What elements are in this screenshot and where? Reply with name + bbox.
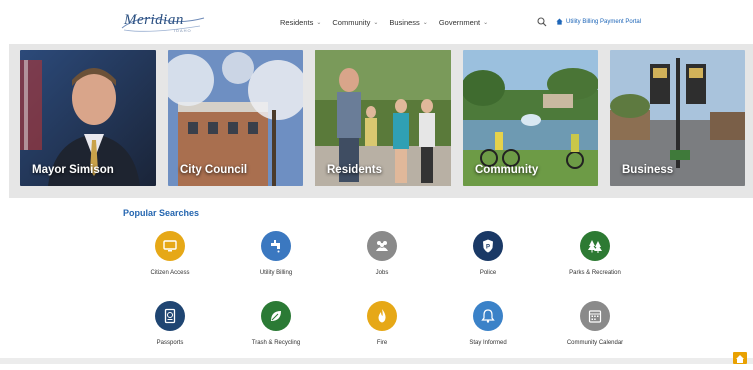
chevron-down-icon: ⌄ bbox=[483, 20, 489, 26]
quick-link-label: Parks & Recreation bbox=[569, 270, 621, 276]
nav-business[interactable]: Business ⌄ bbox=[389, 18, 427, 27]
back-to-top-button[interactable] bbox=[733, 352, 747, 364]
faucet-icon bbox=[271, 240, 280, 253]
nav-residents[interactable]: Residents ⌄ bbox=[280, 18, 321, 27]
people-icon bbox=[376, 241, 388, 251]
quick-link-parks-recreation[interactable]: Parks & Recreation bbox=[550, 231, 640, 281]
card-label: Residents bbox=[327, 164, 382, 176]
card-label: Business bbox=[622, 164, 674, 176]
trash-icon-circle bbox=[261, 301, 291, 331]
nav-label: Community bbox=[332, 18, 371, 27]
utility-billing-icon-circle bbox=[261, 231, 291, 261]
tree-icon bbox=[588, 240, 602, 253]
citizen-access-icon-circle bbox=[155, 231, 185, 261]
quick-link-label: Trash & Recycling bbox=[251, 340, 301, 346]
fire-icon-circle bbox=[367, 301, 397, 331]
quick-link-label: Jobs bbox=[375, 270, 389, 276]
quick-link-police[interactable]: P Police bbox=[443, 231, 533, 281]
card-label: Mayor Simison bbox=[32, 164, 114, 176]
site-header: Meridian IDAHO Residents ⌄ Community ⌄ Bus… bbox=[0, 0, 753, 44]
main-nav: Residents ⌄ Community ⌄ Business ⌄ Governme… bbox=[280, 18, 488, 27]
nav-label: Residents bbox=[280, 18, 314, 27]
calendar-icon-circle bbox=[580, 301, 610, 331]
quick-link-label: Passports bbox=[156, 340, 184, 346]
badge-icon: P bbox=[483, 239, 493, 253]
logo-text: Meridian bbox=[124, 12, 184, 28]
quick-link-label: Fire bbox=[376, 340, 388, 346]
card-label: Community bbox=[475, 164, 539, 176]
quick-link-label: Police bbox=[479, 270, 497, 276]
chevron-down-icon: ⌄ bbox=[422, 20, 428, 26]
hero-card-mayor[interactable]: Mayor Simison bbox=[20, 50, 156, 186]
police-icon-circle: P bbox=[473, 231, 503, 261]
monitor-icon bbox=[163, 240, 177, 252]
logo-subtext: IDAHO bbox=[174, 28, 192, 33]
passport-icon bbox=[164, 308, 176, 324]
svg-text:P: P bbox=[486, 245, 490, 251]
nav-label: Government bbox=[438, 18, 481, 27]
quick-link-community-calendar[interactable]: Community Calendar bbox=[550, 301, 640, 351]
quick-link-passports[interactable]: Passports bbox=[125, 301, 215, 351]
nav-label: Business bbox=[389, 18, 420, 27]
chevron-down-icon: ⌄ bbox=[316, 20, 322, 26]
quick-link-utility-billing[interactable]: Utility Billing bbox=[231, 231, 321, 281]
nav-community[interactable]: Community ⌄ bbox=[332, 18, 378, 27]
hero-card-community[interactable]: Community bbox=[463, 50, 598, 186]
quick-link-label: Community Calendar bbox=[566, 340, 624, 346]
footer-strip bbox=[0, 358, 753, 364]
quick-link-fire[interactable]: Fire bbox=[337, 301, 427, 351]
quick-link-citizen-access[interactable]: Citizen Access bbox=[125, 231, 215, 281]
home-icon bbox=[556, 18, 563, 25]
calendar-icon bbox=[588, 310, 602, 323]
hero-card-business[interactable]: Business bbox=[610, 50, 745, 186]
flame-icon bbox=[378, 309, 386, 323]
passports-icon-circle bbox=[155, 301, 185, 331]
leaf-icon bbox=[271, 311, 281, 321]
parks-icon-circle bbox=[580, 231, 610, 261]
meridian-logo[interactable]: Meridian IDAHO bbox=[120, 10, 206, 36]
nav-government[interactable]: Government ⌄ bbox=[439, 18, 488, 27]
quick-link-jobs[interactable]: Jobs bbox=[337, 231, 427, 281]
quick-link-label: Stay Informed bbox=[469, 340, 507, 346]
hero-card-residents[interactable]: Residents bbox=[315, 50, 451, 186]
jobs-icon-circle bbox=[367, 231, 397, 261]
card-label: City Council bbox=[180, 164, 248, 176]
hero-card-city-council[interactable]: City Council bbox=[168, 50, 303, 186]
portal-label: Utility Billing Payment Portal bbox=[566, 18, 642, 25]
stay-informed-icon-circle bbox=[473, 301, 503, 331]
bell-icon bbox=[481, 309, 495, 323]
quick-link-trash-recycling[interactable]: Trash & Recycling bbox=[231, 301, 321, 351]
utility-billing-portal-link[interactable]: Utility Billing Payment Portal bbox=[556, 18, 641, 25]
home-icon bbox=[736, 355, 744, 363]
chevron-down-icon: ⌄ bbox=[373, 20, 379, 26]
quick-link-stay-informed[interactable]: Stay Informed bbox=[443, 301, 533, 351]
popular-searches-title: Popular Searches bbox=[123, 208, 200, 218]
quick-link-label: Citizen Access bbox=[150, 270, 190, 276]
quick-link-label: Utility Billing bbox=[259, 270, 293, 276]
search-icon[interactable] bbox=[537, 17, 547, 27]
